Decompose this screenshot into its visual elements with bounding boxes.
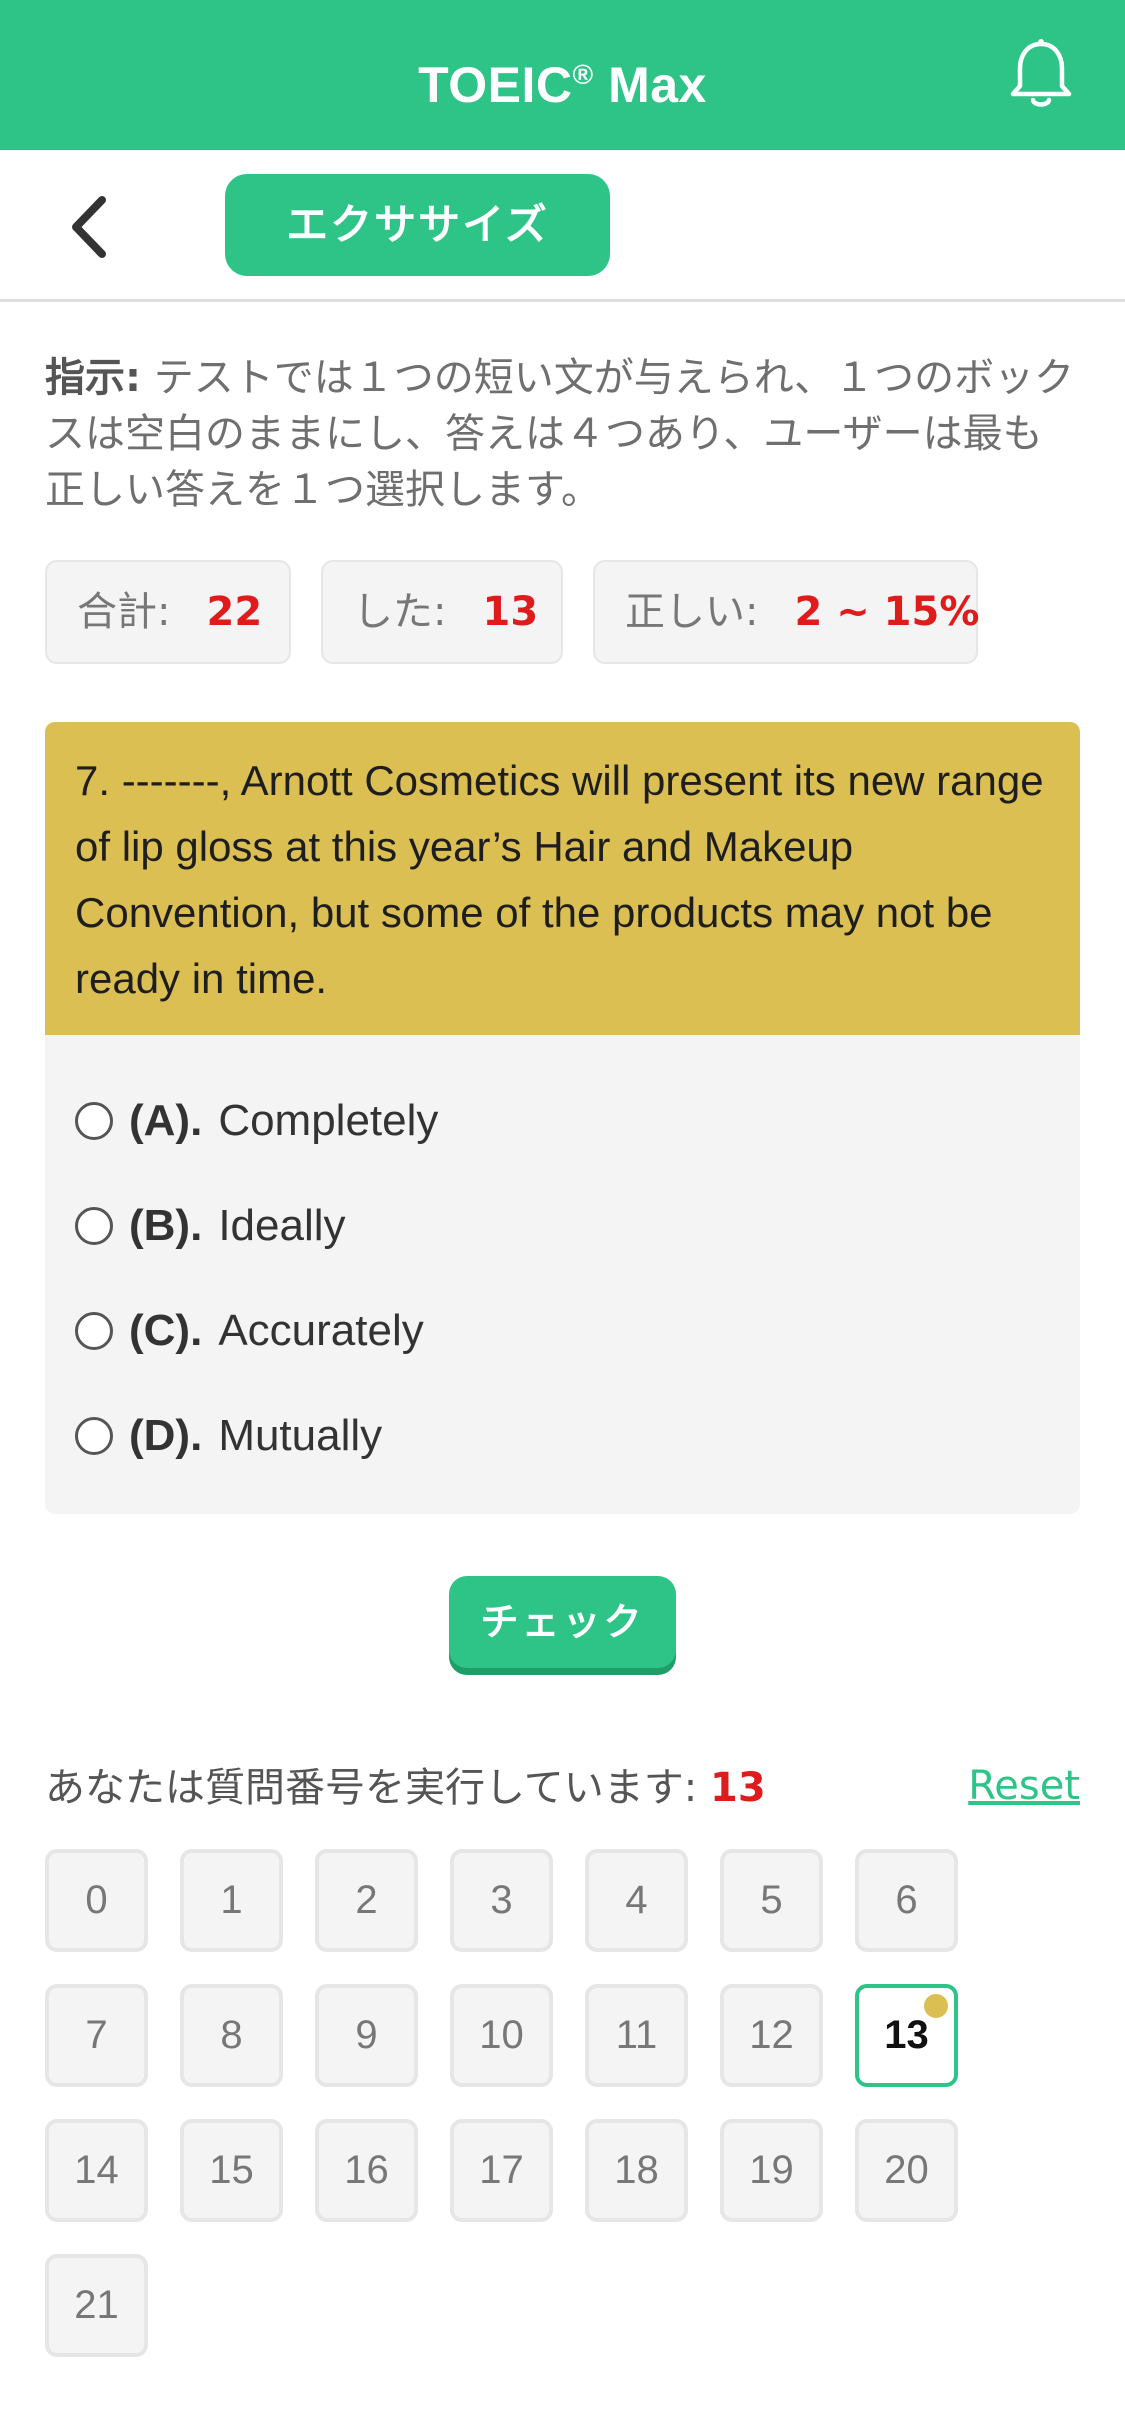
question-number-button[interactable]: 0 <box>45 1849 148 1952</box>
reset-link[interactable]: Reset <box>968 1758 1080 1814</box>
question-number-button[interactable]: 9 <box>315 1984 418 2087</box>
question-number-button[interactable]: 21 <box>45 2254 148 2357</box>
app-bar: TOEIC® Max <box>0 0 1125 150</box>
question-number-button[interactable]: 10 <box>450 1984 553 2087</box>
radio-icon[interactable] <box>75 1417 113 1455</box>
option-a[interactable]: (A). Completely <box>75 1081 438 1161</box>
question-number-button[interactable]: 14 <box>45 2119 148 2222</box>
check-button[interactable]: チェック <box>449 1576 676 1668</box>
question-number-button[interactable]: 3 <box>450 1849 553 1952</box>
question-number-button-current[interactable]: 13 <box>855 1984 958 2087</box>
progress-text: あなたは質問番号を実行しています: 13 <box>45 1765 766 1811</box>
option-b[interactable]: (B). Ideally <box>75 1186 346 1266</box>
instructions: 指示: テストでは１つの短い文が与えられ、１つのボックスは空白のままにし、答えは… <box>45 350 1080 518</box>
instructions-text: テストでは１つの短い文が与えられ、１つのボックスは空白のままにし、答えは４つあり… <box>45 355 1075 513</box>
current-marker-dot <box>924 1994 948 2018</box>
question-number-button[interactable]: 7 <box>45 1984 148 2087</box>
question-card: 7. -------, Arnott Cosmetics will presen… <box>45 722 1080 1514</box>
chevron-left-icon[interactable] <box>60 192 120 262</box>
app-title: TOEIC® Max <box>418 57 707 113</box>
question-number-button[interactable]: 20 <box>855 2119 958 2222</box>
question-number-button[interactable]: 12 <box>720 1984 823 2087</box>
question-number-button[interactable]: 1 <box>180 1849 283 1952</box>
question-number-button[interactable]: 8 <box>180 1984 283 2087</box>
question-number-button[interactable]: 18 <box>585 2119 688 2222</box>
radio-icon[interactable] <box>75 1312 113 1350</box>
radio-icon[interactable] <box>75 1102 113 1140</box>
question-number-button[interactable]: 2 <box>315 1849 418 1952</box>
question-number-button[interactable]: 19 <box>720 2119 823 2222</box>
instructions-label: 指示: <box>45 355 141 401</box>
correct-value: 2 ~ 15% <box>794 589 980 635</box>
done-value: 13 <box>482 589 539 635</box>
option-d[interactable]: (D). Mutually <box>75 1396 382 1476</box>
question-number-button[interactable]: 16 <box>315 2119 418 2222</box>
question-number-button[interactable]: 5 <box>720 1849 823 1952</box>
radio-icon[interactable] <box>75 1207 113 1245</box>
correct-stat: 正しい: 2 ~ 15% <box>593 560 980 664</box>
sub-bar: エクササイズ <box>0 150 1125 302</box>
total-value: 22 <box>206 589 263 635</box>
question-number-button[interactable]: 11 <box>585 1984 688 2087</box>
total-stat: 合計: 22 <box>45 560 291 664</box>
option-c[interactable]: (C). Accurately <box>75 1291 424 1371</box>
question-number-button[interactable]: 15 <box>180 2119 283 2222</box>
question-number-button[interactable]: 4 <box>585 1849 688 1952</box>
current-question-number: 13 <box>710 1765 766 1811</box>
bell-icon[interactable] <box>1002 36 1080 114</box>
exercise-tab[interactable]: エクササイズ <box>225 174 610 276</box>
question-text: 7. -------, Arnott Cosmetics will presen… <box>45 722 1080 1035</box>
done-stat: した: 13 <box>321 560 563 664</box>
question-number-button[interactable]: 6 <box>855 1849 958 1952</box>
question-number-button[interactable]: 17 <box>450 2119 553 2222</box>
